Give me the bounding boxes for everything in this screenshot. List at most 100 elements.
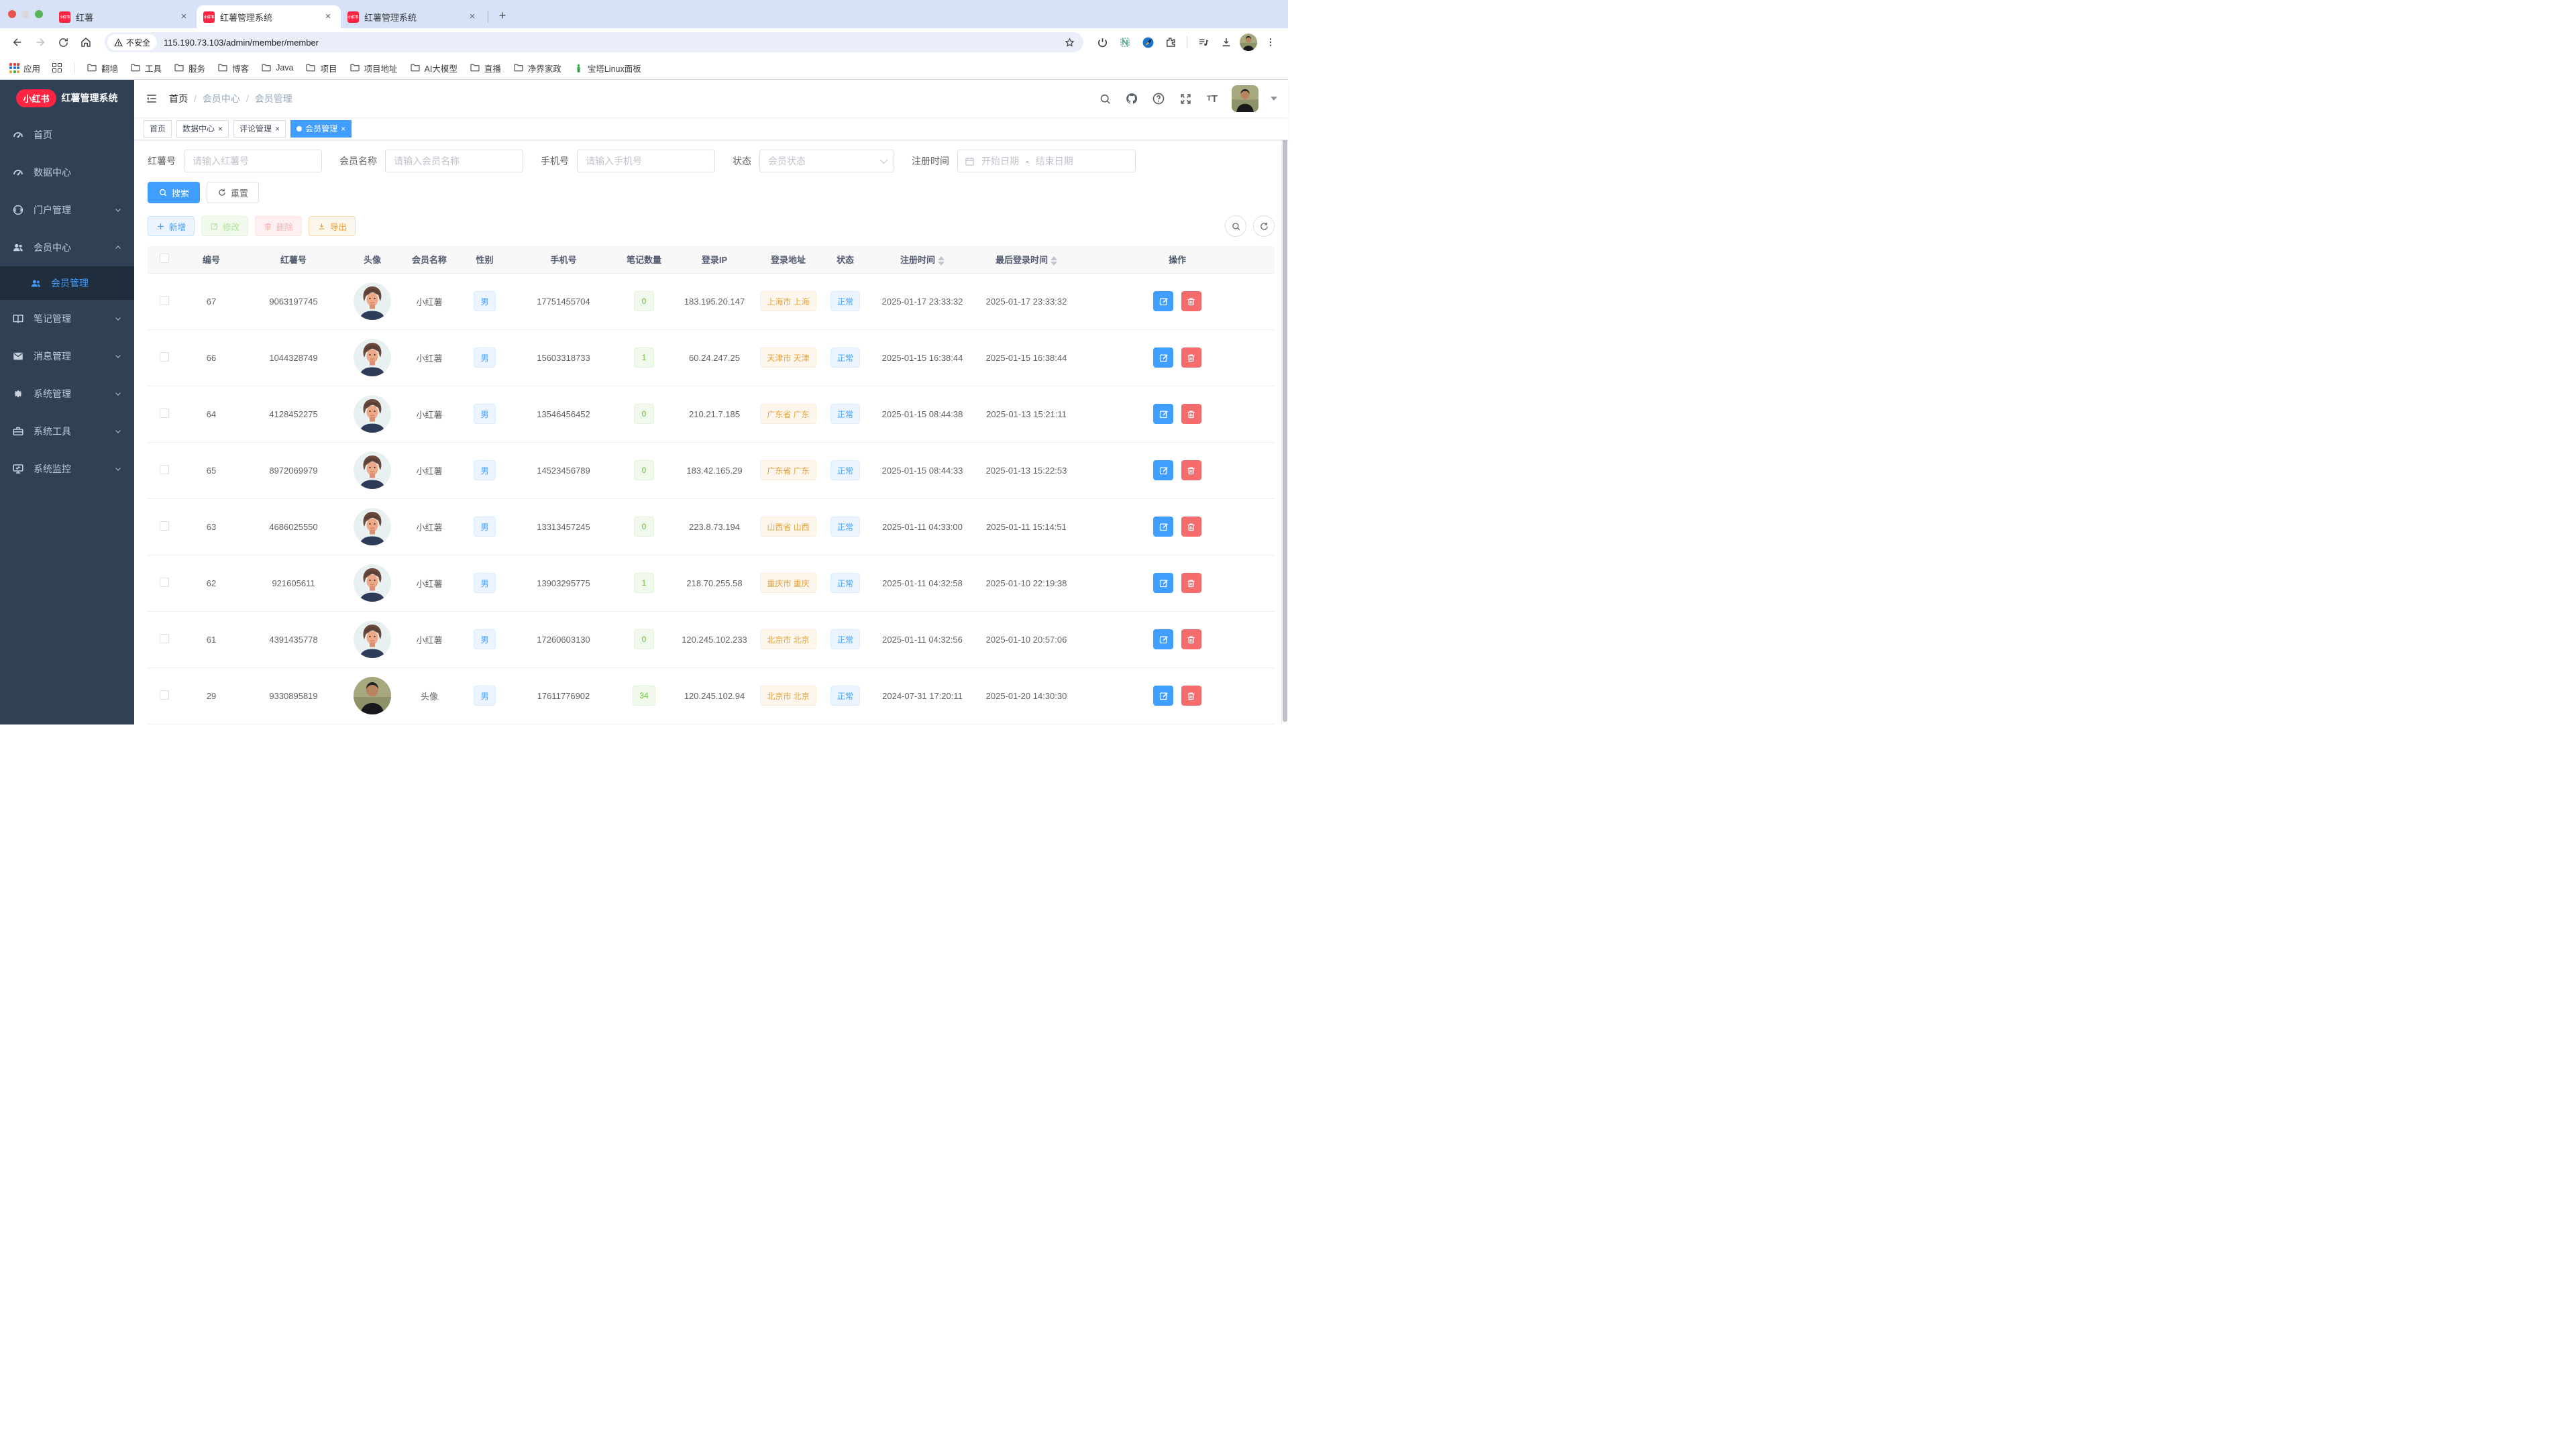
bookmark-folder[interactable]: 净界家政 [513,62,561,74]
status-select[interactable]: 会员状态 [759,150,894,172]
redid-input[interactable] [184,150,322,172]
home-icon[interactable] [76,33,95,52]
sort-icon[interactable] [1051,256,1057,266]
tag-data-center[interactable]: 数据中心 × [176,119,229,138]
font-size-icon[interactable]: TT [1205,91,1220,106]
bookmark-folder[interactable]: 翻墙 [87,62,118,74]
tag-close-icon[interactable]: × [341,125,345,133]
table-row[interactable]: 61 4391435778 小红薯 男 17260603130 0 120.24… [148,611,1275,668]
sidebar-item-member-center[interactable]: 会员中心 [0,229,134,266]
row-checkbox[interactable] [160,633,169,643]
row-delete-button[interactable] [1181,460,1201,480]
table-row[interactable]: 63 4686025550 小红薯 男 13313457245 0 223.8.… [148,498,1275,555]
tab-close-icon[interactable]: × [322,11,334,23]
sidebar-item-system-monitor[interactable]: 系统监控 [0,450,134,488]
bookmark-folder[interactable]: Java [261,62,293,73]
regtime-range-picker[interactable]: 开始日期 - 结束日期 [957,150,1136,172]
fullscreen-icon[interactable] [1178,91,1193,106]
breadcrumb-home[interactable]: 首页 [169,92,188,105]
window-zoom-button[interactable] [35,10,43,18]
bookmark-folder[interactable]: 项目 [305,62,337,74]
address-bar[interactable]: 不安全 115.190.73.103/admin/member/member [105,32,1083,52]
notion-extension-icon[interactable] [1116,33,1134,52]
page-scrollbar[interactable] [1281,80,1288,724]
browser-tab-1[interactable]: 小红书 红薯 × [52,5,197,28]
sidebar-item-portal[interactable]: 门户管理 [0,191,134,229]
app-logo[interactable]: 小红书 红薯管理系统 [0,80,134,116]
row-edit-button[interactable] [1153,291,1174,311]
bookmark-grid-shortcut[interactable] [52,63,62,72]
security-chip[interactable]: 不安全 [107,34,158,50]
col-last-login[interactable]: 最后登录时间 [973,246,1080,274]
sidebar-item-system-management[interactable]: 系统管理 [0,375,134,413]
search-button[interactable]: 搜索 [148,182,201,203]
bookmark-apps[interactable]: 应用 [9,62,40,74]
row-checkbox[interactable] [160,577,169,587]
row-checkbox[interactable] [160,295,169,305]
sort-icon[interactable] [938,256,945,266]
new-tab-button[interactable]: + [494,7,511,24]
sidebar-collapse-icon[interactable] [145,92,158,105]
url-text[interactable]: 115.190.73.103/admin/member/member [164,38,1064,48]
row-delete-button[interactable] [1181,291,1201,311]
window-minimize-button[interactable] [21,10,30,18]
row-checkbox[interactable] [160,352,169,362]
bookmark-folder[interactable]: 博客 [217,62,249,74]
sidebar-item-member-management-active[interactable]: 会员管理 [0,266,134,300]
row-delete-button[interactable] [1181,347,1201,368]
browser-menu-icon[interactable] [1261,33,1280,52]
browser-tab-3[interactable]: 小红书 红薯管理系统 × [341,5,485,28]
col-reg-time[interactable]: 注册时间 [872,246,973,274]
user-menu-caret-icon[interactable] [1271,97,1277,101]
bookmark-folder[interactable]: 服务 [174,62,205,74]
table-row[interactable]: 62 921605611 小红薯 男 13903295775 1 218.70.… [148,555,1275,612]
sidebar-item-system-tools[interactable]: 系统工具 [0,413,134,450]
tag-close-icon[interactable]: × [275,125,280,133]
table-row[interactable]: 64 4128452275 小红薯 男 13546456452 0 210.21… [148,386,1275,443]
browser-profile-avatar[interactable] [1240,34,1257,51]
row-edit-button[interactable] [1153,347,1174,368]
back-icon[interactable] [8,33,27,52]
tag-close-icon[interactable]: × [218,125,223,133]
tab-close-icon[interactable]: × [178,11,190,23]
tab-close-icon[interactable]: × [466,11,478,23]
row-delete-button[interactable] [1181,573,1201,593]
row-delete-button[interactable] [1181,517,1201,537]
github-icon[interactable] [1124,91,1139,106]
table-row[interactable]: 29 9330895819 头像 男 17611776902 34 120.24… [148,667,1275,724]
row-checkbox[interactable] [160,690,169,700]
add-button[interactable]: 新增 [148,216,195,236]
reload-icon[interactable] [54,33,72,52]
show-search-toggle-button[interactable] [1225,215,1246,237]
select-all-checkbox[interactable] [160,254,169,264]
tag-member-management-active[interactable]: 会员管理 × [290,119,352,138]
member-name-input[interactable] [385,150,523,172]
row-delete-button[interactable] [1181,686,1201,706]
row-checkbox[interactable] [160,521,169,531]
row-checkbox[interactable] [160,464,169,474]
sidebar-item-data-center[interactable]: 数据中心 [0,154,134,191]
forward-icon[interactable] [31,33,50,52]
phone-input[interactable] [577,150,715,172]
row-edit-button[interactable] [1153,573,1174,593]
media-playlist-icon[interactable] [1194,33,1213,52]
power-extension-icon[interactable] [1093,33,1112,52]
export-button[interactable]: 导出 [309,216,356,236]
search-icon[interactable] [1097,91,1112,106]
row-edit-button[interactable] [1153,629,1174,649]
table-row[interactable]: 65 8972069979 小红薯 男 14523456789 0 183.42… [148,442,1275,499]
bookmark-folder[interactable]: 直播 [470,62,501,74]
tag-comment-management[interactable]: 评论管理 × [233,119,286,138]
tag-home[interactable]: 首页 [144,119,172,138]
edit-button[interactable]: 修改 [201,216,249,236]
user-avatar[interactable] [1232,85,1258,112]
bookmark-star-icon[interactable] [1064,37,1075,48]
bookmark-baota[interactable]: 宝塔Linux面板 [574,62,641,74]
browser-tab-2-active[interactable]: 小红书 红薯管理系统 × [197,5,341,28]
row-edit-button[interactable] [1153,517,1174,537]
reset-button[interactable]: 重置 [207,182,260,203]
sidebar-item-home[interactable]: 首页 [0,116,134,154]
bookmark-folder[interactable]: AI大模型 [410,62,458,74]
row-checkbox[interactable] [160,408,169,418]
window-close-button[interactable] [8,10,16,18]
